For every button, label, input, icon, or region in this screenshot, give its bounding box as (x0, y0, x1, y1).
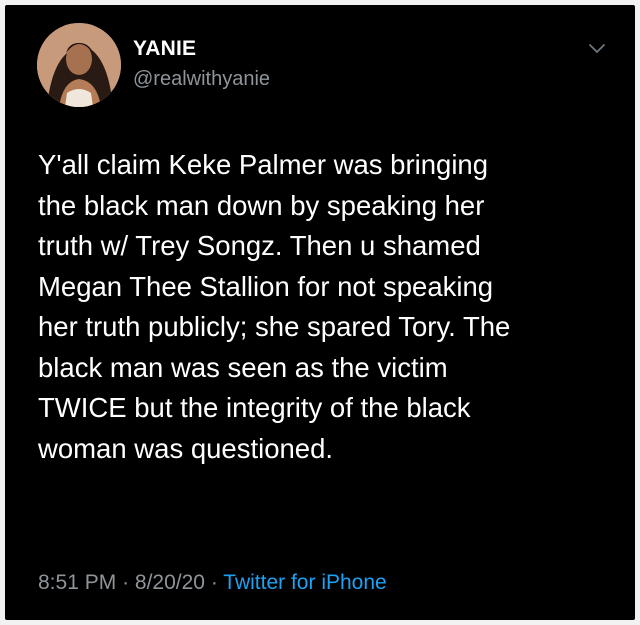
tweet-line: Y'all claim Keke Palmer was bringing (38, 149, 489, 180)
tweet-source-link[interactable]: Twitter for iPhone (223, 571, 386, 594)
tweet-meta: 8:51 PM · 8/20/20 · Twitter for iPhone (38, 571, 387, 595)
tweet-line: truth w/ Trey Songz. Then u shamed (38, 230, 481, 261)
tweet-line: Megan Thee Stallion for not speaking (38, 270, 494, 302)
chevron-down-icon[interactable] (587, 40, 607, 56)
user-name[interactable]: YANIE (133, 37, 196, 61)
tweet-card: YANIE @realwithyanie Y'all claim Keke Pa… (5, 5, 635, 620)
tweet-text: Y'all claim Keke Palmer was bringing the… (38, 145, 623, 469)
tweet-date[interactable]: 8/20/20 (135, 571, 205, 594)
meta-separator: · (210, 571, 218, 594)
user-handle[interactable]: @realwithyanie (133, 68, 270, 91)
tweet-time[interactable]: 8:51 PM (38, 571, 116, 594)
avatar[interactable] (37, 23, 121, 107)
tweet-line: woman was questioned. (38, 432, 334, 464)
tweet-line: TWICE but the integrity of the black (38, 392, 471, 423)
tweet-line: the black man down by speaking her (38, 189, 485, 221)
profile-photo (37, 23, 121, 107)
meta-separator: · (122, 571, 130, 594)
tweet-line: black man was seen as the victim (38, 351, 448, 383)
tweet-line: her truth publicly; she spared Tory. The (38, 311, 511, 342)
